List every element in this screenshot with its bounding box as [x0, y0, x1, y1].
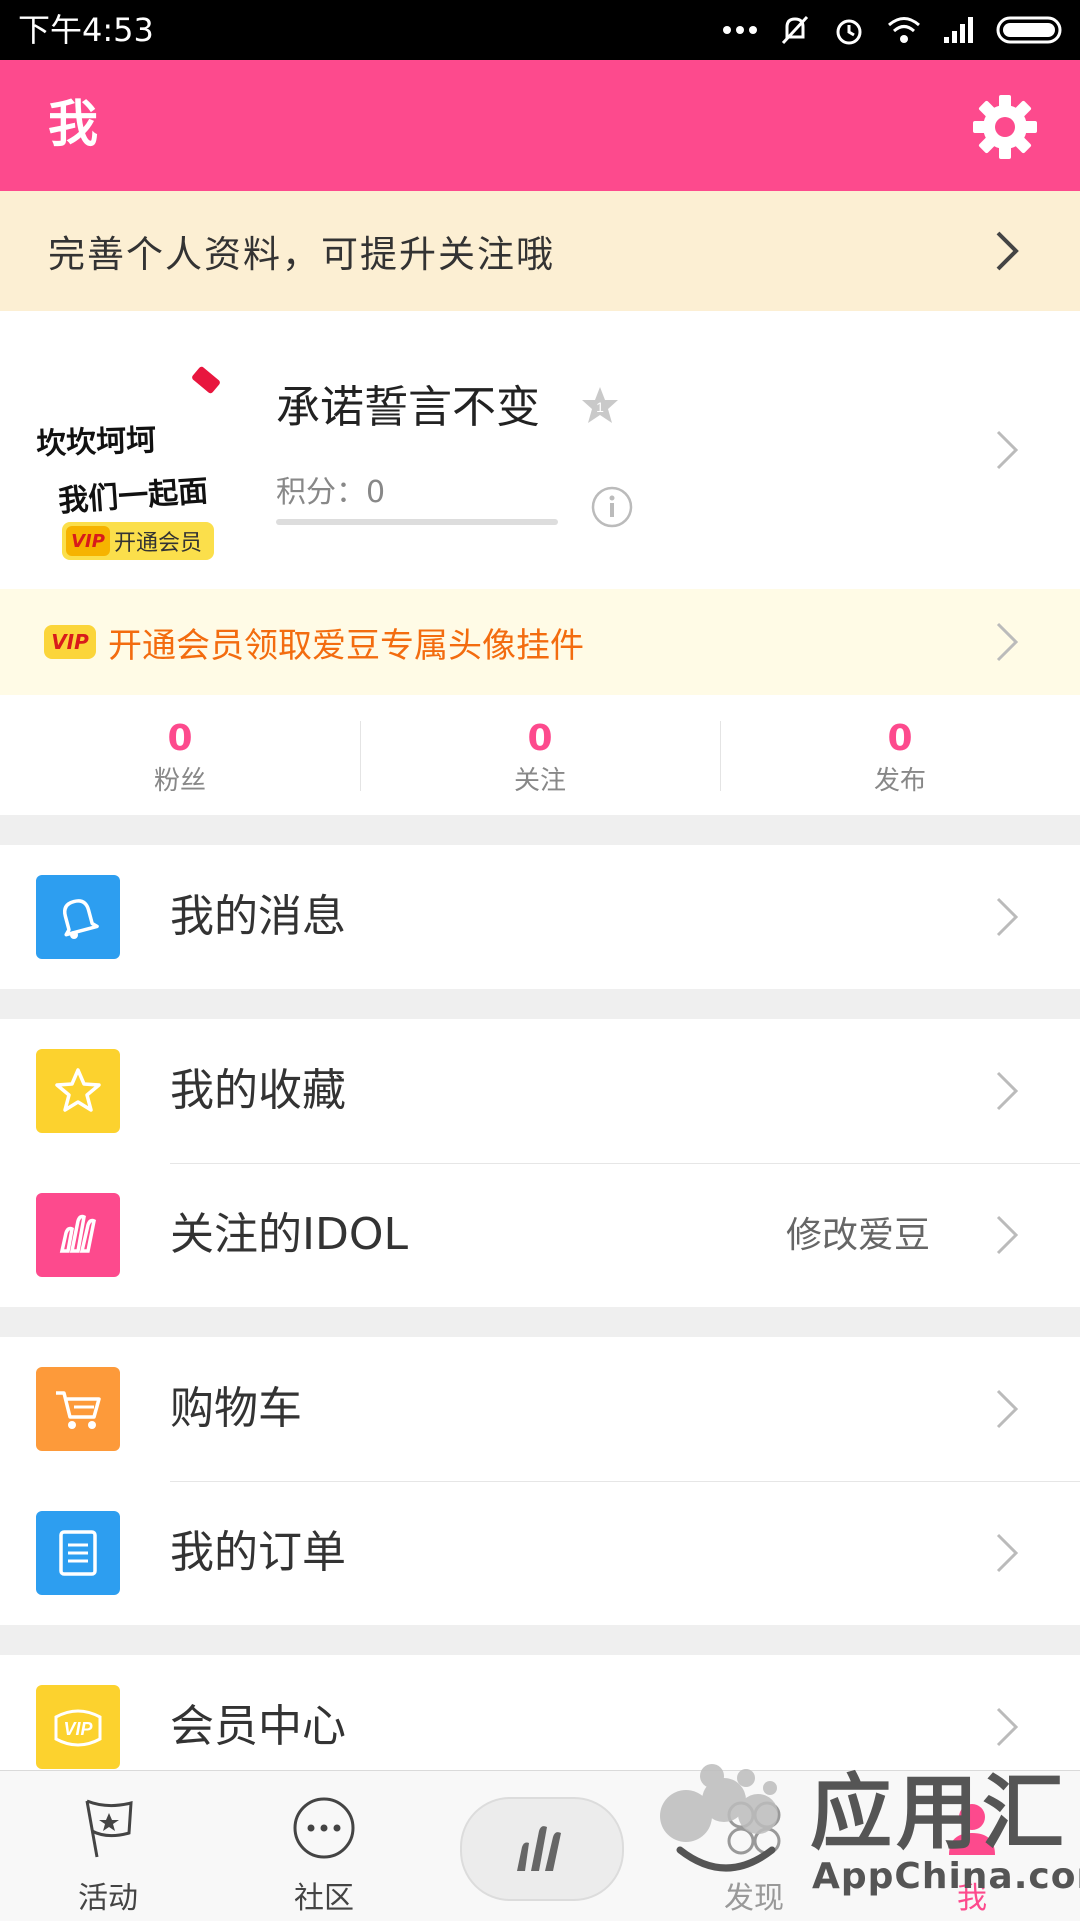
tab-activity[interactable]: 活动 — [28, 1771, 188, 1921]
discover-icon — [727, 1801, 781, 1855]
chevron-right-icon — [996, 1071, 1019, 1111]
profile-card[interactable]: 坎坎坷坷 我们一起面 VIP 开通会员 承诺誓言不变 1 积分：0 — [0, 311, 1080, 589]
tab-label: 社区 — [294, 1881, 354, 1916]
vip-mark: VIP — [66, 526, 110, 556]
page-title: 我 — [48, 95, 98, 153]
alarm-icon — [836, 19, 862, 45]
menu-group-favorites: 我的收藏 关注的IDOL 修改爱豆 — [0, 1019, 1080, 1307]
idol-logo-icon — [36, 1193, 120, 1277]
vip-promo-text: 开通会员领取爱豆专属头像挂件 — [108, 625, 584, 666]
cart-icon — [36, 1367, 120, 1451]
menu-group-shopping: 购物车 我的订单 — [0, 1337, 1080, 1625]
person-icon — [949, 1804, 995, 1855]
flag-icon — [85, 1799, 133, 1858]
rank-star-icon: 1 — [582, 387, 618, 423]
vip-icon: VIP — [36, 1685, 120, 1769]
menu-group-messages: 我的消息 — [0, 845, 1080, 989]
stat-fans[interactable]: 0 粉丝 — [0, 695, 360, 815]
star-icon — [36, 1049, 120, 1133]
menu-label: 购物车 — [170, 1383, 302, 1434]
status-icons — [722, 8, 1066, 52]
stat-value: 0 — [527, 718, 553, 759]
stat-label: 发布 — [873, 766, 926, 796]
tab-discover[interactable]: 发现 — [674, 1771, 834, 1921]
tab-home-center-button[interactable] — [460, 1797, 624, 1901]
complete-profile-text: 完善个人资料，可提升关注哦 — [48, 233, 555, 276]
chevron-right-icon — [996, 1707, 1019, 1747]
edit-idol-link[interactable]: 修改爱豆 — [786, 1213, 930, 1259]
avatar-text-line2: 我们一起面 — [57, 473, 210, 520]
menu-label: 会员中心 — [170, 1701, 346, 1752]
bell-icon — [36, 875, 120, 959]
tab-label: 发现 — [724, 1881, 784, 1916]
svg-text:VIP: VIP — [63, 1719, 93, 1739]
idol-logo-icon — [517, 1826, 561, 1871]
chevron-right-icon — [996, 1215, 1019, 1255]
chevron-right-icon — [996, 231, 1019, 271]
tab-label: 我 — [957, 1881, 987, 1916]
username: 承诺誓言不变 — [276, 382, 540, 433]
vip-badge-text: 开通会员 — [114, 531, 203, 556]
menu-label: 我的收藏 — [170, 1065, 346, 1116]
more-dots-icon — [723, 26, 757, 34]
rank-number: 1 — [596, 399, 604, 415]
stat-posts[interactable]: 0 发布 — [720, 695, 1080, 815]
points-progress-bar — [276, 519, 558, 525]
status-bar: 下午4:53 — [0, 0, 1080, 60]
chevron-right-icon — [996, 1533, 1019, 1573]
stats-bar: 0 粉丝 0 关注 0 发布 — [0, 695, 1080, 815]
menu-item-orders[interactable]: 我的订单 — [0, 1481, 1080, 1625]
tab-me[interactable]: 我 — [892, 1771, 1052, 1921]
stat-value: 0 — [167, 718, 193, 759]
wifi-icon — [888, 17, 920, 43]
divider — [170, 1163, 1080, 1164]
document-icon — [36, 1511, 120, 1595]
stat-label: 粉丝 — [153, 766, 206, 796]
stat-value: 0 — [887, 718, 913, 759]
bottom-tab-bar: 活动 社区 发现 我 — [0, 1770, 1080, 1921]
menu-item-messages[interactable]: 我的消息 — [0, 845, 1080, 989]
tab-community[interactable]: 社区 — [244, 1771, 404, 1921]
status-time: 下午4:53 — [18, 11, 154, 49]
chevron-right-icon — [996, 622, 1019, 662]
divider — [170, 1481, 1080, 1482]
menu-label: 我的消息 — [170, 891, 346, 942]
chat-dots-icon — [293, 1797, 355, 1859]
chevron-right-icon — [996, 1389, 1019, 1429]
avatar-text-line1: 坎坎坷坷 — [36, 422, 157, 463]
open-vip-badge[interactable]: VIP 开通会员 — [62, 522, 214, 560]
menu-label: 我的订单 — [170, 1527, 346, 1578]
chevron-right-icon — [996, 897, 1019, 937]
menu-label: 关注的IDOL — [170, 1209, 409, 1260]
points-text: 积分：0 — [276, 475, 386, 510]
mute-icon — [781, 15, 809, 45]
menu-item-idol[interactable]: 关注的IDOL 修改爱豆 — [0, 1163, 1080, 1307]
stat-label: 关注 — [513, 766, 566, 796]
stat-following[interactable]: 0 关注 — [360, 695, 720, 815]
vip-promo-strip[interactable]: VIP 开通会员领取爱豆专属头像挂件 — [0, 589, 1080, 695]
menu-item-cart[interactable]: 购物车 — [0, 1337, 1080, 1481]
app-bar: 我 — [0, 60, 1080, 191]
vip-icon: VIP — [44, 625, 96, 659]
signal-icon — [944, 17, 973, 43]
info-icon[interactable] — [590, 485, 634, 529]
complete-profile-banner[interactable]: 完善个人资料，可提升关注哦 — [0, 191, 1080, 311]
battery-icon — [996, 16, 1062, 44]
tab-label: 活动 — [78, 1881, 138, 1916]
chevron-right-icon — [996, 430, 1019, 470]
settings-gear-icon[interactable] — [970, 92, 1040, 162]
menu-item-favorites[interactable]: 我的收藏 — [0, 1019, 1080, 1163]
